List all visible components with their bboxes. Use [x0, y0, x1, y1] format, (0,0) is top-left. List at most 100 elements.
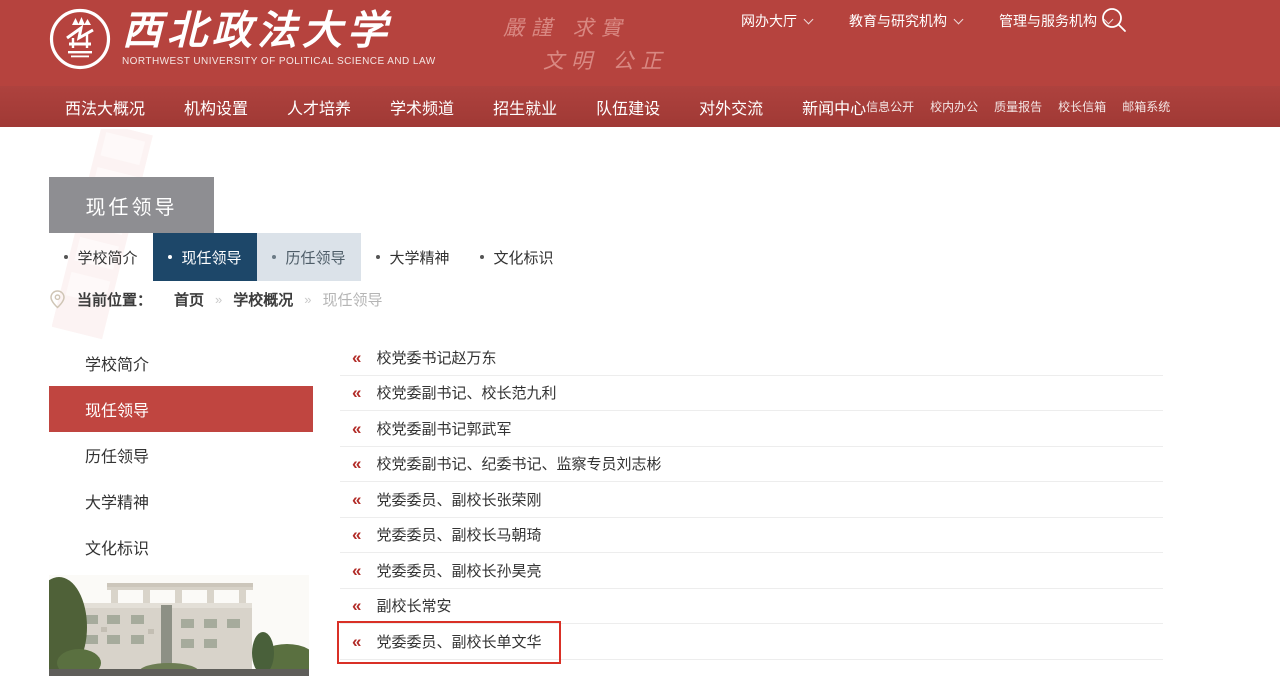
- nav-item[interactable]: 招生就业: [493, 95, 557, 119]
- leader-title: 党委委员、副校长孙昊亮: [376, 560, 541, 581]
- breadcrumb-label: 学校概况: [233, 289, 293, 310]
- breadcrumb-item[interactable]: 首页: [163, 289, 204, 310]
- leader-row[interactable]: « 副校长常安: [340, 589, 1163, 625]
- leader-row[interactable]: « 校党委副书记郭武军: [340, 411, 1163, 447]
- leader-row[interactable]: « 党委委员、副校长马朝琦: [340, 518, 1163, 554]
- section-tabs: 学校简介 现任领导 历任领导 大学精神 文化标识: [49, 233, 569, 281]
- breadcrumb-prefix: 当前位置：: [77, 289, 152, 310]
- leader-title: 校党委副书记郭武军: [376, 418, 511, 439]
- double-left-arrow-icon: «: [352, 526, 361, 543]
- quick-link[interactable]: 质量报告: [994, 98, 1042, 115]
- section-tab[interactable]: 现任领导: [153, 233, 257, 281]
- nav-item[interactable]: 队伍建设: [596, 95, 660, 119]
- chevron-down-icon: [804, 14, 814, 24]
- nav-item[interactable]: 西法大概况: [65, 95, 145, 119]
- sidebar-item[interactable]: 现任领导: [49, 386, 313, 432]
- double-left-arrow-icon: «: [352, 491, 361, 508]
- tab-label: 现任领导: [181, 247, 241, 268]
- menu-label: 网办大厅: [741, 11, 797, 31]
- double-left-arrow-icon: «: [352, 384, 361, 401]
- quick-link[interactable]: 信息公开: [866, 98, 914, 115]
- chevron-down-icon: [954, 14, 964, 24]
- nav-item[interactable]: 学术频道: [390, 95, 454, 119]
- breadcrumb: 当前位置： 首页 » 学校概况 » 现任领导: [49, 289, 383, 310]
- nav-item[interactable]: 对外交流: [699, 95, 763, 119]
- breadcrumb-label: 首页: [174, 289, 204, 310]
- double-left-arrow-icon: «: [352, 562, 361, 579]
- leader-title: 党委委员、副校长马朝琦: [376, 524, 541, 545]
- double-left-arrow-icon: «: [352, 455, 361, 472]
- leader-row[interactable]: « 校党委书记赵万东: [340, 340, 1163, 376]
- university-seal-icon: [49, 8, 111, 70]
- quick-link[interactable]: 校长信箱: [1058, 98, 1106, 115]
- leader-title: 党委委员、副校长单文华: [376, 631, 541, 652]
- quick-link[interactable]: 邮箱系统: [1122, 98, 1170, 115]
- search-button[interactable]: [1098, 4, 1130, 36]
- sidebar-item[interactable]: 学校简介: [49, 340, 313, 386]
- leaders-list: « 校党委书记赵万东 « 校党委副书记、校长范九利 « 校党委副书记郭武军 « …: [340, 340, 1163, 660]
- leader-row[interactable]: « 校党委副书记、校长范九利: [340, 376, 1163, 412]
- university-motto: 嚴謹 求實 文明 公正: [503, 12, 669, 75]
- sidebar-item[interactable]: 历任领导: [49, 432, 313, 478]
- section-tab[interactable]: 学校简介: [49, 233, 153, 281]
- nav-item[interactable]: 机构设置: [184, 95, 248, 119]
- leader-row[interactable]: « 党委委员、副校长张荣刚: [340, 482, 1163, 518]
- site-header: 西北政法大学 NORTHWEST UNIVERSITY OF POLITICAL…: [0, 0, 1280, 86]
- nav-item[interactable]: 新闻中心: [802, 95, 866, 119]
- university-name-zh: 西北政法大学: [122, 11, 436, 51]
- double-left-arrow-icon: «: [352, 633, 361, 650]
- tab-label: 历任领导: [285, 247, 345, 268]
- breadcrumb-separator: »: [215, 292, 222, 307]
- section-tab[interactable]: 大学精神: [361, 233, 465, 281]
- bullet-icon: [376, 255, 380, 259]
- motto-line-2: 文明 公正: [543, 45, 669, 75]
- logo-text-group: 西北政法大学 NORTHWEST UNIVERSITY OF POLITICAL…: [122, 11, 436, 67]
- quick-link[interactable]: 校内办公: [930, 98, 978, 115]
- leader-row[interactable]: « 党委委员、副校长孙昊亮: [340, 553, 1163, 589]
- page-content: 现任领导 学校简介 现任领导 历任领导 大学精神: [0, 127, 1280, 676]
- leader-row[interactable]: « 党委委员、副校长单文华: [340, 624, 1163, 660]
- sidebar-item-label: 文化标识: [85, 535, 149, 559]
- nav-item[interactable]: 人才培养: [287, 95, 351, 119]
- tab-label: 文化标识: [493, 247, 553, 268]
- search-icon: [1098, 4, 1130, 36]
- breadcrumb-item[interactable]: » 学校概况: [215, 289, 293, 310]
- breadcrumb-separator: »: [304, 292, 311, 307]
- menu-label: 管理与服务机构: [999, 11, 1097, 31]
- main-nav: 西法大概况 机构设置 人才培养 学术频道 招生就业 队伍建设 对外交流 新闻中心…: [0, 86, 1280, 127]
- breadcrumb-items: 首页 » 学校概况 » 现任领导: [163, 289, 383, 310]
- bullet-icon: [168, 255, 172, 259]
- page-title: 现任领导: [49, 177, 214, 233]
- breadcrumb-label: 现任领导: [323, 289, 383, 310]
- header-dropdown-menu[interactable]: 网办大厅: [741, 11, 812, 31]
- breadcrumb-item[interactable]: » 现任领导: [304, 289, 382, 310]
- section-tab[interactable]: 历任领导: [257, 233, 361, 281]
- main-nav-items: 西法大概况 机构设置 人才培养 学术频道 招生就业 队伍建设 对外交流 新闻中心: [65, 95, 866, 119]
- university-logo[interactable]: 西北政法大学 NORTHWEST UNIVERSITY OF POLITICAL…: [49, 8, 436, 70]
- sidebar-item[interactable]: 文化标识: [49, 524, 313, 570]
- header-dropdown-menu[interactable]: 管理与服务机构: [999, 11, 1112, 31]
- leader-title: 党委委员、副校长张荣刚: [376, 489, 541, 510]
- header-dropdown-menu[interactable]: 教育与研究机构: [849, 11, 962, 31]
- sidebar-item-label: 大学精神: [85, 489, 149, 513]
- leader-title: 副校长常安: [376, 595, 451, 616]
- sidebar-item-label: 现任领导: [85, 397, 149, 421]
- leader-title: 校党委书记赵万东: [376, 347, 496, 368]
- bullet-icon: [64, 255, 68, 259]
- tab-label: 大学精神: [389, 247, 449, 268]
- leader-title: 校党委副书记、校长范九利: [376, 382, 556, 403]
- campus-building-photo: [49, 575, 309, 676]
- section-tab[interactable]: 文化标识: [465, 233, 569, 281]
- leader-title: 校党委副书记、纪委书记、监察专员刘志彬: [376, 453, 661, 474]
- leader-row[interactable]: « 校党委副书记、纪委书记、监察专员刘志彬: [340, 447, 1163, 483]
- location-pin-icon: [49, 290, 66, 309]
- bullet-icon: [272, 255, 276, 259]
- tab-label: 学校简介: [77, 247, 137, 268]
- sidebar-item-label: 历任领导: [85, 443, 149, 467]
- university-name-en: NORTHWEST UNIVERSITY OF POLITICAL SCIENC…: [122, 56, 436, 67]
- header-menus: 网办大厅 教育与研究机构 管理与服务机构: [741, 11, 1112, 31]
- motto-line-1: 嚴謹 求實: [503, 12, 669, 42]
- menu-label: 教育与研究机构: [849, 11, 947, 31]
- sidebar-item[interactable]: 大学精神: [49, 478, 313, 524]
- double-left-arrow-icon: «: [352, 597, 361, 614]
